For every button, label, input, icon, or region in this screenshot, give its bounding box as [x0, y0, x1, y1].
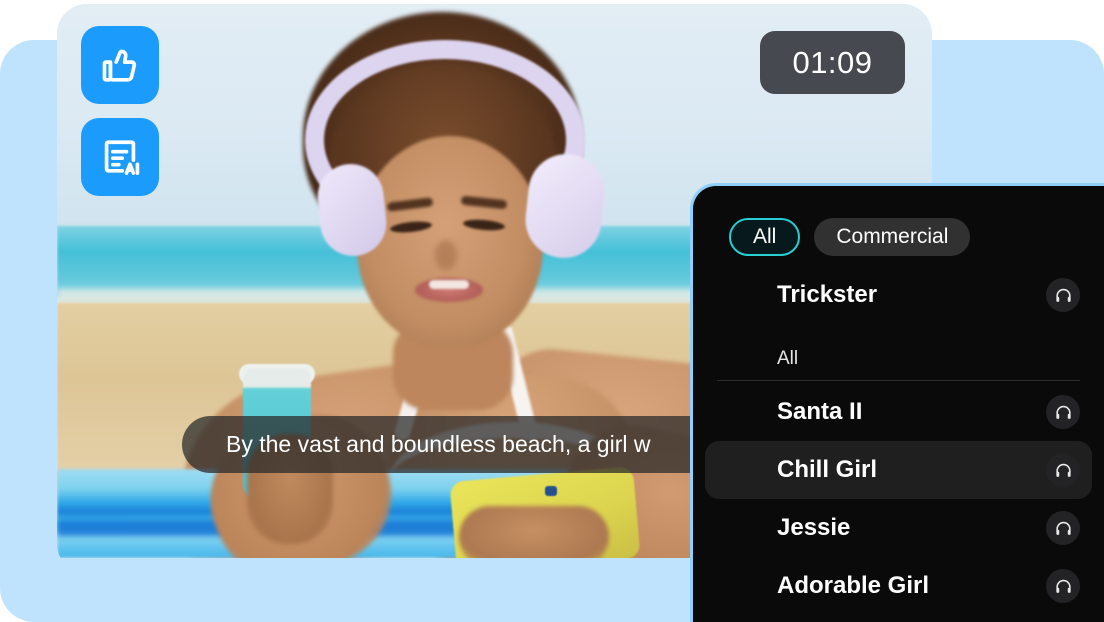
current-voice-row[interactable]: Trickster — [693, 256, 1104, 312]
recording-timer: 01:09 — [760, 31, 905, 94]
like-button[interactable] — [81, 26, 159, 104]
voice-selection-panel: All Commercial Trickster All Santa II Ch… — [690, 183, 1104, 622]
figure-nose — [435, 240, 457, 270]
filter-chip-commercial[interactable]: Commercial — [814, 218, 971, 256]
voice-name: Santa II — [777, 398, 863, 425]
current-voice-name: Trickster — [777, 281, 878, 308]
headphones-icon[interactable] — [1046, 395, 1080, 429]
screenshot-stage: By the vast and boundless beach, a girl … — [0, 0, 1104, 622]
ai-script-icon — [97, 134, 143, 180]
voice-list: Santa II Chill Girl Jessie Adorable Girl — [693, 383, 1104, 615]
thumbs-up-icon — [97, 42, 143, 88]
figure-teeth — [429, 280, 469, 289]
headphones-icon[interactable] — [1046, 278, 1080, 312]
ai-script-button[interactable] — [81, 118, 159, 196]
timer-value: 01:09 — [792, 44, 873, 80]
headphones-icon[interactable] — [1046, 569, 1080, 603]
filter-chip-commercial-label: Commercial — [836, 225, 949, 248]
voice-list-item-adorable-girl[interactable]: Adorable Girl — [705, 557, 1092, 615]
filter-chip-all-label: All — [753, 225, 777, 248]
voice-name: Jessie — [777, 514, 851, 541]
voice-name: Chill Girl — [777, 456, 878, 483]
section-divider — [717, 380, 1080, 381]
filter-chip-all[interactable]: All — [729, 218, 801, 256]
voice-filter-chips: All Commercial — [693, 186, 1104, 256]
voice-list-item-chill-girl[interactable]: Chill Girl — [705, 441, 1092, 499]
voice-list-item-santa-ii[interactable]: Santa II — [705, 383, 1092, 441]
voice-list-item-jessie[interactable]: Jessie — [705, 499, 1092, 557]
headphones-icon[interactable] — [1046, 511, 1080, 545]
voice-name: Adorable Girl — [777, 572, 930, 599]
caption-text: By the vast and boundless beach, a girl … — [226, 431, 651, 457]
figure-hand-holding-phone — [459, 506, 609, 558]
smartphone-camera — [545, 486, 557, 496]
headphones-icon[interactable] — [1046, 453, 1080, 487]
voice-section-label: All — [777, 348, 799, 369]
